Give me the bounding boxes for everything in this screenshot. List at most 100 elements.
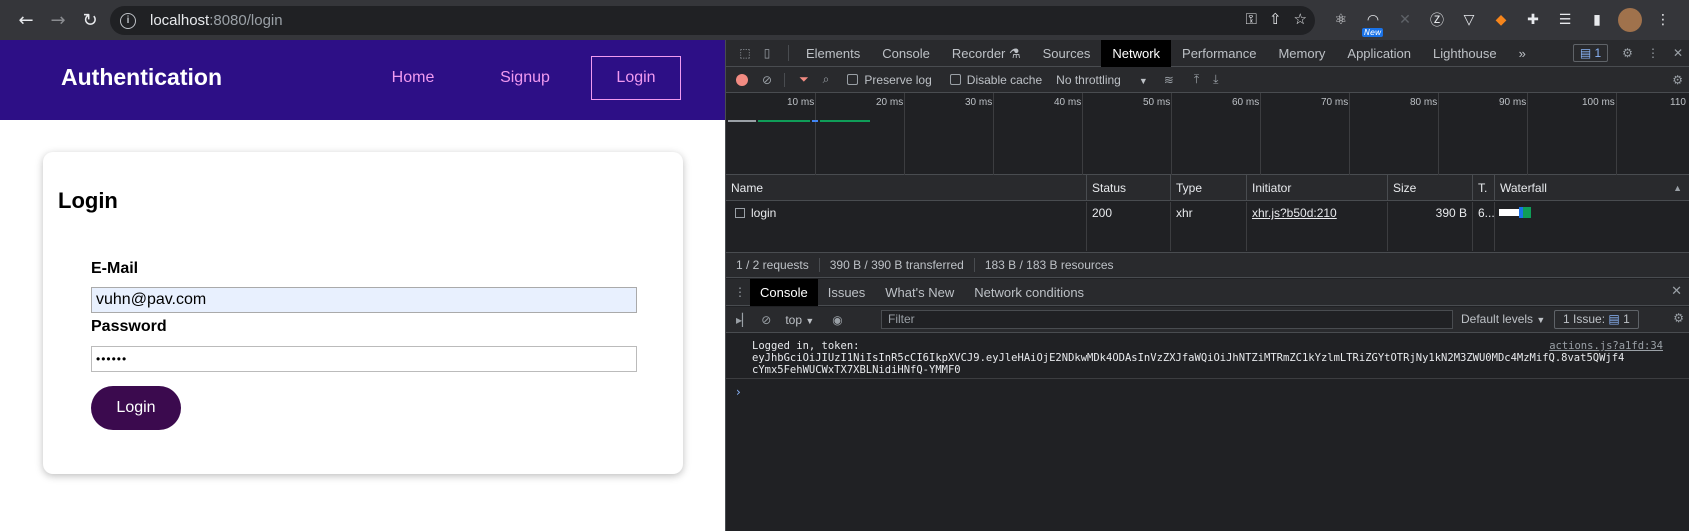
- context-select[interactable]: top ▼: [785, 313, 814, 327]
- side-panel-icon[interactable]: ▮: [1586, 9, 1608, 31]
- col-type-header[interactable]: Type: [1171, 175, 1247, 201]
- reading-list-icon[interactable]: ☰: [1554, 9, 1576, 31]
- inspect-element-icon[interactable]: ⬚: [736, 46, 754, 60]
- share-icon[interactable]: ⇧: [1269, 10, 1282, 28]
- row-name-cell: login: [726, 202, 1087, 224]
- tab-console[interactable]: Console: [871, 40, 941, 67]
- requests-count: 1 / 2 requests: [726, 258, 820, 272]
- issues-count: 1: [1623, 312, 1630, 326]
- tab-recorder[interactable]: Recorder ⚗: [941, 40, 1032, 67]
- more-tabs-icon[interactable]: »: [1508, 40, 1537, 67]
- nav-signup-link[interactable]: Signup: [495, 56, 555, 100]
- chevron-down-icon: ▼: [1536, 315, 1546, 325]
- vue-devtools-icon[interactable]: ▽: [1458, 9, 1480, 31]
- timeline-tick: [993, 93, 994, 175]
- console-filter-input[interactable]: Filter: [881, 310, 1453, 329]
- extensions-puzzle-icon[interactable]: ✚: [1522, 9, 1544, 31]
- console-source-link[interactable]: actions.js?a1fd:34: [1549, 340, 1663, 352]
- sidebar-toggle-icon[interactable]: ▸▏: [736, 313, 751, 327]
- tab-network[interactable]: Network: [1101, 39, 1172, 67]
- issues-badge[interactable]: ▤ 1: [1572, 44, 1609, 62]
- nav-home-link[interactable]: Home: [385, 56, 441, 100]
- drawer-tab-console[interactable]: Console: [750, 278, 818, 306]
- preserve-log-checkbox[interactable]: Preserve log: [847, 73, 932, 87]
- col-initiator-header[interactable]: Initiator: [1247, 175, 1388, 201]
- timeline-tick-label: 40 ms: [1054, 97, 1082, 108]
- tab-elements[interactable]: Elements: [795, 40, 871, 67]
- drawer-tab-issues[interactable]: Issues: [818, 279, 876, 306]
- tab-performance[interactable]: Performance: [1171, 40, 1267, 67]
- tab-application[interactable]: Application: [1336, 40, 1422, 67]
- col-name-header[interactable]: Name: [726, 175, 1087, 201]
- col-status-header[interactable]: Status: [1087, 175, 1171, 201]
- clear-console-icon[interactable]: ⊘: [761, 313, 771, 327]
- context-value: top: [785, 312, 803, 327]
- console-log-message[interactable]: Logged in, token: eyJhbGciOiJIUzI1NiIsIn…: [752, 340, 1682, 376]
- empty-cell: [1247, 224, 1388, 251]
- live-expression-eye-icon[interactable]: ◉: [832, 313, 842, 327]
- console-prompt-icon[interactable]: ›: [736, 385, 741, 399]
- x-extension-icon[interactable]: ✕: [1394, 9, 1416, 31]
- profile-avatar[interactable]: [1618, 8, 1642, 32]
- kebab-menu-icon[interactable]: ⋮: [1652, 9, 1674, 31]
- table-row[interactable]: login 200 xhr xhr.js?b50d:210 390 B 6...: [726, 202, 1689, 224]
- timeline-tick-label: 10 ms: [787, 97, 815, 108]
- network-overview-timeline[interactable]: 10 ms 20 ms 30 ms 40 ms 50 ms 60 ms 70 m…: [726, 93, 1689, 175]
- drawer-tab-network-conditions[interactable]: Network conditions: [964, 279, 1094, 306]
- address-bar[interactable]: i localhost:8080/login ⚿ ⇧ ☆: [110, 6, 1315, 35]
- nav-login-link[interactable]: Login: [591, 56, 681, 100]
- tab-sources[interactable]: Sources: [1032, 40, 1102, 67]
- console-toolbar: ▸▏ ⊘ top ▼ ◉ Filter Default levels ▼ 1 I…: [726, 307, 1689, 333]
- search-icon[interactable]: ⌕: [823, 72, 830, 87]
- timeline-tick-label: 70 ms: [1321, 97, 1349, 108]
- clear-icon[interactable]: ⊘: [762, 73, 772, 87]
- network-conditions-icon[interactable]: ≋: [1164, 73, 1174, 87]
- resources-size: 183 B / 183 B resources: [984, 258, 1114, 272]
- login-submit-button[interactable]: Login: [91, 386, 181, 430]
- filter-icon[interactable]: ⏷: [799, 72, 809, 87]
- drawer-menu-icon[interactable]: ⋮: [730, 285, 750, 299]
- react-devtools-icon[interactable]: ⚛: [1330, 9, 1352, 31]
- log-levels-select[interactable]: Default levels ▼: [1461, 312, 1545, 326]
- record-icon[interactable]: [736, 73, 748, 86]
- back-icon[interactable]: ←: [10, 6, 42, 34]
- device-toolbar-icon[interactable]: ▯: [758, 46, 776, 60]
- bookmark-star-icon[interactable]: ☆: [1294, 10, 1307, 28]
- throttling-select[interactable]: No throttling ▼: [1056, 73, 1148, 87]
- z-extension-icon[interactable]: Ⓩ: [1426, 9, 1448, 31]
- settings-gear-icon[interactable]: ⚙: [1622, 46, 1633, 60]
- col-waterfall-header[interactable]: Waterfall ▲: [1495, 175, 1689, 201]
- metamask-icon[interactable]: ◆: [1490, 9, 1512, 31]
- drawer-close-icon[interactable]: ✕: [1671, 284, 1682, 299]
- devtools-close-icon[interactable]: ✕: [1673, 46, 1683, 60]
- requests-table-header: Name Status Type Initiator Size T. Water…: [726, 175, 1689, 201]
- import-har-icon[interactable]: ⤒: [1194, 72, 1199, 87]
- console-settings-icon[interactable]: ⚙: [1673, 311, 1684, 325]
- network-settings-icon[interactable]: ⚙: [1672, 73, 1683, 87]
- reload-icon[interactable]: ↻: [74, 6, 106, 34]
- drawer-tab-whats-new[interactable]: What's New: [875, 279, 964, 306]
- waterfall-download-bar: [1519, 207, 1531, 218]
- devtools-menu-icon[interactable]: ⋮: [1647, 46, 1659, 60]
- tab-lighthouse[interactable]: Lighthouse: [1422, 40, 1508, 67]
- timeline-request-bar: [820, 120, 870, 122]
- col-time-header[interactable]: T.: [1473, 175, 1495, 201]
- tab-memory[interactable]: Memory: [1267, 40, 1336, 67]
- email-field[interactable]: vuhn@pav.com: [91, 287, 637, 313]
- network-toolbar: ⊘ ⏷ ⌕ Preserve log Disable cache No thro…: [726, 67, 1689, 93]
- site-info-icon[interactable]: i: [120, 12, 136, 29]
- console-issues-button[interactable]: 1 Issue: ▤ 1: [1554, 310, 1639, 329]
- divider: [784, 72, 786, 87]
- key-icon[interactable]: ⚿: [1246, 10, 1257, 28]
- row-size-cell: 390 B: [1388, 202, 1473, 224]
- nav-buttons: ← → ↻: [10, 6, 106, 34]
- col-size-header[interactable]: Size: [1388, 175, 1473, 201]
- password-field[interactable]: ••••••: [91, 346, 637, 372]
- disable-cache-checkbox[interactable]: Disable cache: [949, 73, 1042, 87]
- url-text[interactable]: localhost:8080/login: [150, 12, 283, 29]
- forward-icon[interactable]: →: [42, 6, 74, 34]
- export-har-icon[interactable]: ⤓: [1213, 72, 1218, 87]
- initiator-link[interactable]: xhr.js?b50d:210: [1252, 206, 1337, 220]
- rainbow-extension-icon[interactable]: ◠ New: [1362, 9, 1384, 37]
- browser-toolbar: ← → ↻ i localhost:8080/login ⚿ ⇧ ☆ ⚛ ◠ Ne…: [0, 0, 1689, 40]
